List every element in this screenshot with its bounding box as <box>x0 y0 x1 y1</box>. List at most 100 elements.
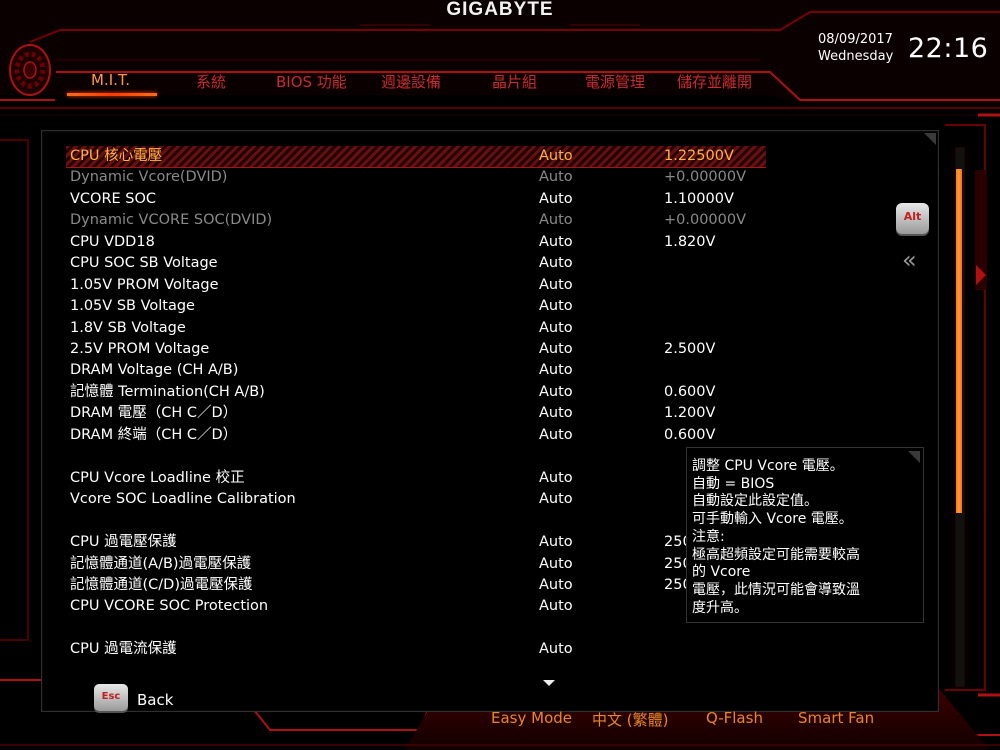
active-tab-indicator <box>67 93 157 96</box>
panel-corner <box>924 133 936 145</box>
setting-mode: Auto <box>539 470 573 486</box>
setting-row[interactable]: DRAM 電壓（CH C／D） Auto 1.200V <box>70 403 850 424</box>
clock-time: 22:16 <box>908 33 989 64</box>
easy-mode-button[interactable]: Easy Mode <box>491 709 572 727</box>
tab-mit[interactable]: M.I.T. <box>91 71 130 93</box>
smart-fan-button[interactable]: Smart Fan <box>798 709 874 727</box>
setting-name: 記憶體通道(C/D)過電壓保護 <box>70 577 253 593</box>
setting-mode: Auto <box>539 212 573 228</box>
setting-mode: Auto <box>539 534 573 550</box>
setting-row[interactable]: DRAM 終端（CH C／D） Auto 0.600V <box>70 425 850 446</box>
setting-row[interactable]: CPU 過電流保護 Auto <box>70 639 850 660</box>
setting-name: 1.8V SB Voltage <box>70 320 186 336</box>
setting-value: 0.600V <box>664 427 716 443</box>
setting-mode: Auto <box>539 556 573 572</box>
q-flash-button[interactable]: Q-Flash <box>706 709 763 727</box>
setting-name: CPU 過電流保護 <box>70 641 177 657</box>
setting-mode: Auto <box>539 255 573 271</box>
setting-row[interactable]: VCORE SOC Auto 1.10000V <box>70 189 850 210</box>
setting-value: 1.10000V <box>664 191 734 207</box>
tab-chipset[interactable]: 晶片組 <box>492 71 537 93</box>
setting-name: CPU 過電壓保護 <box>70 534 177 550</box>
esc-key-button[interactable]: Esc <box>94 684 128 711</box>
setting-name: 記憶體 Termination(CH A/B) <box>70 384 265 400</box>
setting-value: 2.500V <box>664 341 716 357</box>
setting-row[interactable]: 1.05V SB Voltage Auto <box>70 296 850 317</box>
setting-row[interactable]: DRAM Voltage (CH A/B) Auto <box>70 360 850 381</box>
help-line: 電壓，此情況可能會導致溫 <box>692 581 860 598</box>
setting-mode: Auto <box>539 341 573 357</box>
setting-mode: Auto <box>539 405 573 421</box>
setting-name: 1.05V SB Voltage <box>70 298 195 314</box>
help-box: 調整 CPU Vcore 電壓。 自動 = BIOS 自動設定此設定值。 可手動… <box>686 447 924 623</box>
setting-mode: Auto <box>539 148 573 164</box>
setting-row[interactable]: CPU SOC SB Voltage Auto <box>70 253 850 274</box>
setting-name: VCORE SOC <box>70 191 157 207</box>
setting-mode: Auto <box>539 277 573 293</box>
setting-row[interactable]: Dynamic VCORE SOC(DVID) Auto +0.00000V <box>70 210 850 231</box>
setting-row[interactable]: 1.05V PROM Voltage Auto <box>70 275 850 296</box>
setting-mode: Auto <box>539 320 573 336</box>
setting-row[interactable]: CPU VDD18 Auto 1.820V <box>70 232 850 253</box>
setting-mode: Auto <box>539 491 573 507</box>
setting-name: Dynamic Vcore(DVID) <box>70 169 228 185</box>
setting-mode: Auto <box>539 641 573 657</box>
setting-value: 1.22500V <box>664 148 734 164</box>
date-text: 08/09/2017 <box>818 32 893 47</box>
setting-name: 2.5V PROM Voltage <box>70 341 210 357</box>
setting-name: DRAM 電壓（CH C／D） <box>70 405 238 421</box>
setting-name: CPU Vcore Loadline 校正 <box>70 470 245 486</box>
scroll-down-icon <box>543 680 555 686</box>
setting-name: DRAM 終端（CH C／D） <box>70 427 238 443</box>
scrollbar-thumb[interactable] <box>956 168 962 513</box>
setting-row[interactable]: Dynamic Vcore(DVID) Auto +0.00000V <box>70 167 850 188</box>
tab-system[interactable]: 系統 <box>196 71 226 93</box>
setting-mode: Auto <box>539 384 573 400</box>
alt-key-button[interactable]: Alt <box>896 203 929 234</box>
help-line: 的 Vcore <box>692 564 751 581</box>
setting-mode: Auto <box>539 191 573 207</box>
setting-mode: Auto <box>539 577 573 593</box>
language-button[interactable]: 中文 (繁體) <box>592 709 668 730</box>
help-line: 度升高。 <box>692 599 748 616</box>
tab-peripherals[interactable]: 週邊設備 <box>381 71 441 93</box>
setting-name: Dynamic VCORE SOC(DVID) <box>70 212 273 228</box>
help-line: 調整 CPU Vcore 電壓。 <box>692 458 844 474</box>
setting-value: +0.00000V <box>664 212 747 228</box>
setting-name: CPU 核心電壓 <box>70 148 163 164</box>
help-corner <box>908 451 920 463</box>
setting-name: 記憶體通道(A/B)過電壓保護 <box>70 556 252 572</box>
setting-mode: Auto <box>539 234 573 250</box>
setting-mode: Auto <box>539 169 573 185</box>
setting-mode: Auto <box>539 298 573 314</box>
setting-mode: Auto <box>539 362 573 378</box>
setting-row[interactable]: 2.5V PROM Voltage Auto 2.500V <box>70 339 850 360</box>
collapse-icon[interactable]: « <box>902 248 917 272</box>
setting-value: 0.600V <box>664 384 716 400</box>
setting-name: Vcore SOC Loadline Calibration <box>70 491 296 507</box>
setting-name: CPU VCORE SOC Protection <box>70 598 269 614</box>
tab-bios-features[interactable]: BIOS 功能 <box>276 71 347 93</box>
setting-value: +0.00000V <box>664 169 747 185</box>
help-line: 可手動輸入 Vcore 電壓。 <box>692 511 853 528</box>
setting-name: DRAM Voltage (CH A/B) <box>70 362 239 378</box>
setting-value: 1.820V <box>664 234 716 250</box>
back-button[interactable]: Back <box>137 691 173 709</box>
gear-icon <box>9 44 51 96</box>
help-line: 自動設定此設定值。 <box>692 493 818 510</box>
setting-row[interactable]: 記憶體 Termination(CH A/B) Auto 0.600V <box>70 382 850 403</box>
setting-name: CPU SOC SB Voltage <box>70 255 218 271</box>
setting-name: CPU VDD18 <box>70 234 155 250</box>
setting-row[interactable]: 1.8V SB Voltage Auto <box>70 318 850 339</box>
setting-mode: Auto <box>539 427 573 443</box>
weekday-text: Wednesday <box>818 49 894 64</box>
setting-mode: Auto <box>539 598 573 614</box>
tab-save-exit[interactable]: 儲存並離開 <box>677 71 752 93</box>
date-display: 08/09/2017 Wednesday <box>818 31 893 65</box>
help-line: 注意: <box>692 528 725 545</box>
tab-power-management[interactable]: 電源管理 <box>585 71 645 93</box>
setting-name: 1.05V PROM Voltage <box>70 277 219 293</box>
setting-value: 1.200V <box>664 405 716 421</box>
setting-row[interactable]: CPU 核心電壓 Auto 1.22500V <box>70 146 850 167</box>
help-line: 極高超頻設定可能需要較高 <box>692 546 860 563</box>
